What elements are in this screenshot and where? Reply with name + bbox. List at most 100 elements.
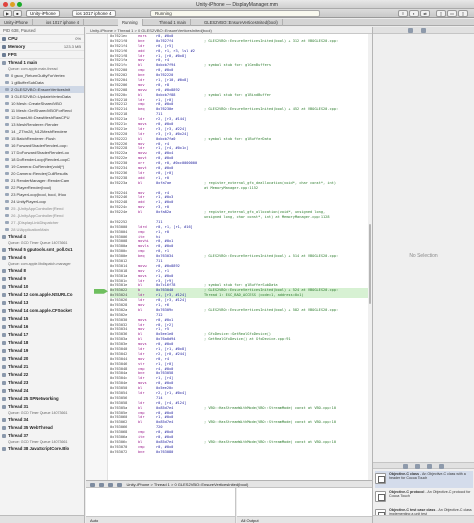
cpu-gauge[interactable]: CPU 0%	[0, 35, 84, 43]
stack-frame-label: 25 -[UnityAppController(Rend	[11, 206, 64, 211]
variables-view[interactable]: Auto	[86, 488, 236, 523]
navigator-filter-bar[interactable]	[0, 515, 84, 523]
run-button[interactable]: ▶	[3, 10, 12, 17]
thread-row[interactable]: Thread 31	[0, 403, 84, 411]
thread-row[interactable]: Thread 34	[0, 416, 84, 424]
stack-frame[interactable]: 11 Mesh::GetSharedVBOForRend	[0, 107, 84, 114]
library-filter-bar[interactable]	[373, 515, 474, 523]
device-selector[interactable]: ios 1017 iphone 4	[72, 10, 116, 17]
media-library-icon[interactable]	[439, 464, 444, 469]
toggle-utilities-button[interactable]: ▯	[458, 10, 468, 17]
toggle-debug-area-button[interactable]: ▭	[447, 10, 457, 17]
step-into-icon[interactable]	[108, 482, 114, 487]
thread-row[interactable]: Thread 25 SPNetworking	[0, 395, 84, 403]
stack-frame[interactable]: 10 Mesh::CreateSharedVBO	[0, 100, 84, 107]
thread-row[interactable]: Thread 21	[0, 363, 84, 371]
thread-row[interactable]: Thread 23	[0, 379, 84, 387]
stop-button[interactable]: ■	[13, 10, 22, 17]
library-item-objc-class[interactable]: Objective-C class - An Objective-C class…	[375, 471, 473, 488]
disassembly-code[interactable]: 0x7621ec eors r0, #0x0 0x7621f0 bne 0x7627f4;…	[110, 34, 372, 480]
stack-frame[interactable]: 2 GLES2VBO::EnsureVerticesInit	[0, 86, 84, 93]
version-editor-button[interactable]: ⇄	[420, 10, 430, 17]
toggle-navigator-button[interactable]: ▯	[436, 10, 446, 17]
thread-label: Thread 25 SPNetworking	[8, 396, 59, 401]
thread-row[interactable]: Thread 14 com.apple.CFSocket	[0, 307, 84, 315]
stack-frame[interactable]: 28 UIApplicationMain	[0, 226, 84, 233]
thread-row[interactable]: Thread 13	[0, 299, 84, 307]
library-item-objc-protocol[interactable]: Objective-C protocol - An Objective-C pr…	[375, 489, 473, 506]
fps-gauge[interactable]: FPS	[0, 51, 84, 59]
console-view[interactable]: All Output	[237, 488, 372, 523]
thread-row[interactable]: Thread 19	[0, 347, 84, 355]
thread-row[interactable]: Thread 4	[0, 233, 84, 241]
continue-icon[interactable]	[90, 482, 95, 487]
thread-row[interactable]: Thread 22	[0, 371, 84, 379]
stack-frame[interactable]: 23 PlayerLoop(bool, bool, IHoo	[0, 191, 84, 198]
thread-row[interactable]: Thread 5 gputools.smt_poll.0x1	[0, 246, 84, 254]
thread-icon	[2, 235, 6, 239]
thread-row[interactable]: Thread 24	[0, 387, 84, 395]
tab-thread[interactable]: Thread 1 main	[155, 19, 191, 26]
thread-row[interactable]: Thread 17	[0, 331, 84, 339]
thread-label: Thread 13	[8, 300, 29, 305]
stack-frame[interactable]: 19 Camera::DoRender(void(*)	[0, 163, 84, 170]
stack-frame[interactable]: 14 _ZThn28_N12MeshRendere	[0, 128, 84, 135]
editor-gutter[interactable]	[86, 34, 108, 480]
thread-row[interactable]: Thread 8	[0, 267, 84, 275]
thread-main[interactable]: Thread 1 main	[0, 59, 84, 67]
stack-frame[interactable]: 3 GLES2VBO::UpdateVertexData	[0, 93, 84, 100]
file-template-library-icon[interactable]	[403, 464, 408, 469]
thread-row[interactable]: Thread 9	[0, 275, 84, 283]
stack-frame[interactable]: 22 PlayerRender(bool)	[0, 184, 84, 191]
thread-row[interactable]: Thread 16	[0, 323, 84, 331]
stack-frame[interactable]: 18 DoRenderLoop(RenderLoopC	[0, 156, 84, 163]
frame-icon	[5, 81, 9, 84]
instruction-addr: 0x762244	[110, 190, 128, 195]
tab-running[interactable]: Running	[118, 19, 143, 26]
file-template-icon	[375, 473, 386, 484]
tab-scheme[interactable]: Unity-iPhone	[0, 19, 33, 26]
stack-frame[interactable]: 24 UnityPlayerLoop	[0, 198, 84, 205]
stack-frame[interactable]: 16 ForwardShaderRenderLoop::	[0, 142, 84, 149]
stack-frame[interactable]: 21 RenderManager::RenderCam	[0, 177, 84, 184]
tab-function[interactable]: GLES2VBO::EnsureVerticesInited(bool)	[200, 19, 283, 26]
console-output-selector[interactable]: All Output	[237, 516, 372, 523]
thread-row[interactable]: Thread 20	[0, 355, 84, 363]
scheme-selector[interactable]: Unity-iPhone	[26, 10, 60, 17]
stack-frame[interactable]: 17 DoForwardShaderRenderLoo	[0, 149, 84, 156]
thread-row[interactable]: Thread 6	[0, 254, 84, 262]
editor-scroll-thumb[interactable]	[369, 224, 371, 304]
stack-frame[interactable]: 20 Camera::Render(CullResults	[0, 170, 84, 177]
thread-icon	[2, 357, 6, 361]
thread-row[interactable]: Thread 18	[0, 339, 84, 347]
thread-icon	[2, 61, 6, 65]
file-inspector-icon[interactable]	[408, 28, 413, 33]
stack-frame[interactable]: 13 MeshRenderer::Render	[0, 121, 84, 128]
disassembly-line[interactable]: 0x763072 bne 0x763080	[110, 450, 372, 455]
quick-help-icon[interactable]	[421, 28, 426, 33]
stack-frame[interactable]: 26 -[UnityAppController(Rend	[0, 212, 84, 219]
stack-frame[interactable]: 15 BatchRenderer::Flush	[0, 135, 84, 142]
step-out-icon[interactable]	[117, 482, 123, 487]
thread-row[interactable]: Thread 37	[0, 432, 84, 440]
stack-frame[interactable]: 25 -[UnityAppController(Rend	[0, 205, 84, 212]
tab-device[interactable]: ios 1017 iphone 4	[42, 19, 85, 26]
thread-row[interactable]: Thread 38 JavaScriptCore.Blo	[0, 445, 84, 453]
thread-row[interactable]: Thread 10	[0, 283, 84, 291]
stack-frame[interactable]: 27 -[DisplayLinkDispatcher	[0, 219, 84, 226]
stack-frame[interactable]: 0 gsoo_ReturnGuiltyForVertex	[0, 72, 84, 79]
thread-row[interactable]: Thread 12 com.apple.NSURLCo	[0, 291, 84, 299]
thread-row[interactable]: Thread 15	[0, 315, 84, 323]
assistant-editor-button[interactable]: ◐	[409, 10, 419, 17]
jump-bar[interactable]: Unity-iPhone > Thread 1 > 0 GLES2VBO::En…	[86, 27, 372, 34]
object-library-icon[interactable]	[427, 464, 432, 469]
standard-editor-button[interactable]: ≡	[398, 10, 408, 17]
instruction-addr: 0x763050	[110, 386, 128, 391]
code-snippet-library-icon[interactable]	[415, 464, 420, 469]
memory-gauge[interactable]: Memory 123.3 MB	[0, 43, 84, 51]
stack-frame[interactable]: 12 DrawUtil::DrawMeshRawCPU	[0, 114, 84, 121]
step-over-icon[interactable]	[99, 482, 105, 487]
stack-frame[interactable]: 1 glBufferSubData	[0, 79, 84, 86]
thread-row[interactable]: Thread 35 WebThread	[0, 424, 84, 432]
variables-scope-selector[interactable]: Auto	[86, 516, 235, 523]
